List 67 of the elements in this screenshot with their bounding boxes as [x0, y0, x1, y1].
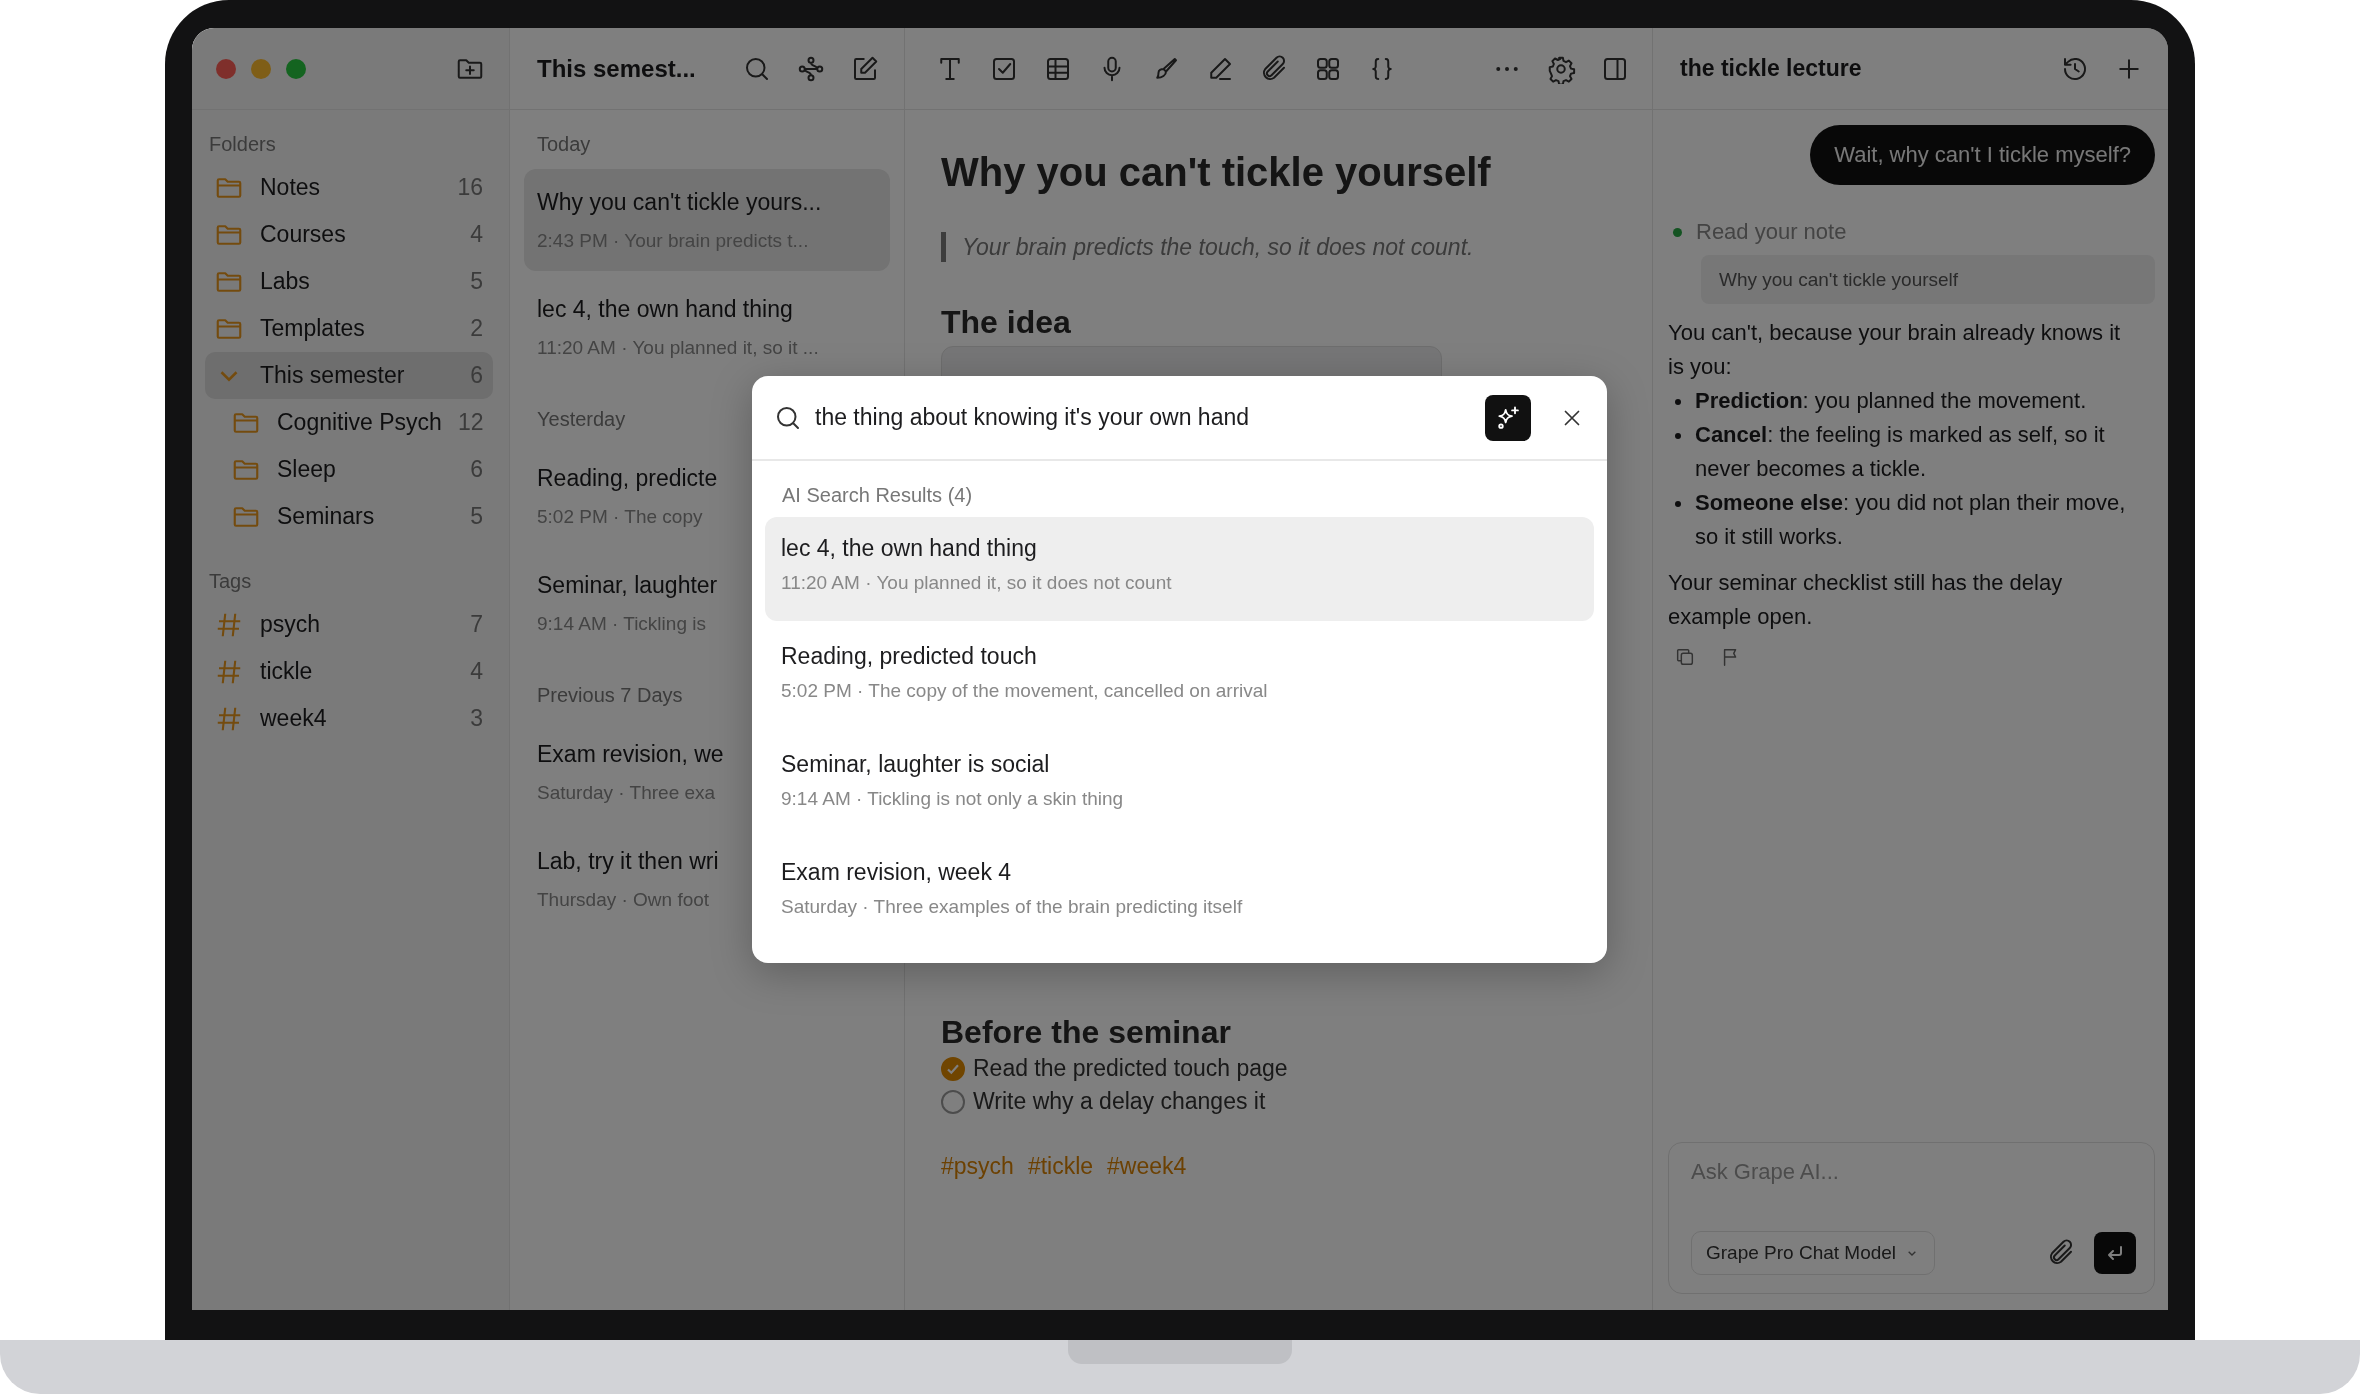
section-heading: Before the seminar: [941, 1013, 1232, 1052]
answer-text: Your seminar checklist still has the delay example open.: [1668, 569, 2064, 631]
answer-text: You can't, because your brain already knows it is you:: [1668, 319, 2122, 381]
section-heading: The idea: [941, 303, 1072, 342]
results-label: AI Search Results (4): [781, 483, 974, 508]
user-message: Wait, why can't I tickle myself?: [1810, 125, 2155, 185]
note-meta: 9:14 AM · Tickling is: [537, 612, 706, 636]
status-dot: [1673, 227, 1682, 237]
checkbox[interactable]: [941, 1089, 965, 1114]
result-title: Seminar, laughter is social: [781, 750, 1050, 779]
search-result[interactable]: Exam revision, week 4 Saturday · Three examples of the brain predicting itself: [765, 841, 1594, 945]
ai-search-button[interactable]: [1485, 394, 1531, 441]
sidebar-item[interactable]: psych 7: [205, 601, 493, 648]
note-meta: Saturday · Three exa: [537, 781, 716, 805]
note-title: Exam revision, we: [537, 740, 724, 769]
section-label: Folders: [208, 132, 277, 157]
sidebar-item[interactable]: Cognitive Psych 12: [205, 399, 493, 446]
model-dropdown[interactable]: Grape Pro Chat Model: [1691, 1231, 1936, 1275]
search-result[interactable]: Reading, predicted touch 5:02 PM · The copy of the movement, cancelled on arrival: [765, 625, 1594, 729]
note-title: Reading, predicte: [537, 464, 718, 493]
note-reference[interactable]: Why you can't tickle yourself: [1701, 255, 2155, 304]
step-label: Read your note: [1696, 219, 1847, 245]
answer-bullet: Someone else: you did not plan their move, so it still works.: [1695, 489, 2127, 551]
note-title: Why you can't tickle yourself: [941, 149, 1492, 196]
checklist-text: Read the predicted touch page: [973, 1055, 1288, 1082]
checkbox[interactable]: [941, 1056, 965, 1081]
result-title: lec 4, the own hand thing: [781, 534, 1037, 563]
group-label: Today: [536, 132, 591, 157]
bullet-icon: [1675, 399, 1681, 405]
group-label: Previous 7 Days: [536, 683, 683, 708]
note-meta: 11:20 AM · You planned it, so it ...: [537, 336, 819, 360]
search-result[interactable]: lec 4, the own hand thing 11:20 AM · You planned it, so it does not count: [765, 517, 1594, 621]
result-title: Reading, predicted touch: [781, 642, 1037, 671]
sidebar-item[interactable]: tickle 4: [205, 648, 493, 695]
sidebar-item[interactable]: Sleep 6: [205, 446, 493, 493]
copy-icon[interactable]: [1674, 646, 1696, 668]
send-button[interactable]: [2094, 1232, 2136, 1274]
result-meta: Saturday · Three examples of the brain predicting itself: [781, 895, 1243, 919]
note-meta: 5:02 PM · The copy: [537, 505, 703, 529]
note-title: Why you can't tickle yours...: [537, 188, 822, 217]
chat-title: the tickle lecture: [1680, 55, 1862, 82]
bullet-icon: [1675, 433, 1681, 439]
search-result[interactable]: Seminar, laughter is social 9:14 AM · Tickling is not only a skin thing: [765, 733, 1594, 837]
checklist-text: Write why a delay changes it: [973, 1088, 1266, 1115]
note-item[interactable]: lec 4, the own hand thing 11:20 AM · You planned it, so it ...: [524, 276, 890, 378]
blockquote: Your brain predicts the touch, so it does not count.: [941, 232, 1616, 262]
sidebar-item[interactable]: week4 3: [205, 695, 493, 742]
sidebar-item[interactable]: Seminars 5: [205, 493, 493, 540]
answer-bullet: Prediction: you planned the movement.: [1695, 387, 2087, 415]
search-field[interactable]: the thing about knowing it's your own hand: [815, 404, 1473, 431]
sidebar-item[interactable]: Notes 16: [205, 164, 493, 211]
note-title: lec 4, the own hand thing: [537, 295, 793, 324]
group-label: Yesterday: [536, 407, 626, 432]
bullet-icon: [1675, 501, 1681, 507]
list-title: This semest...: [537, 54, 696, 83]
section-label: Tags: [208, 569, 253, 594]
sidebar-item[interactable]: Labs 5: [205, 258, 493, 305]
sidebar-item[interactable]: Templates 2: [205, 305, 493, 352]
note-title: Seminar, laughter: [537, 571, 718, 600]
note-title: Lab, try it then wri: [537, 847, 719, 876]
result-meta: 9:14 AM · Tickling is not only a skin thing: [781, 787, 1124, 811]
sidebar-item[interactable]: Courses 4: [205, 211, 493, 258]
result-meta: 11:20 AM · You planned it, so it does not count: [781, 571, 1172, 595]
answer-bullet: Cancel: the feeling is marked as self, so it never becomes a tickle.: [1695, 421, 2106, 483]
result-meta: 5:02 PM · The copy of the movement, cancelled on arrival: [781, 679, 1268, 703]
note-meta: Thursday · Own foot: [537, 888, 710, 912]
result-title: Exam revision, week 4: [781, 858, 1012, 887]
